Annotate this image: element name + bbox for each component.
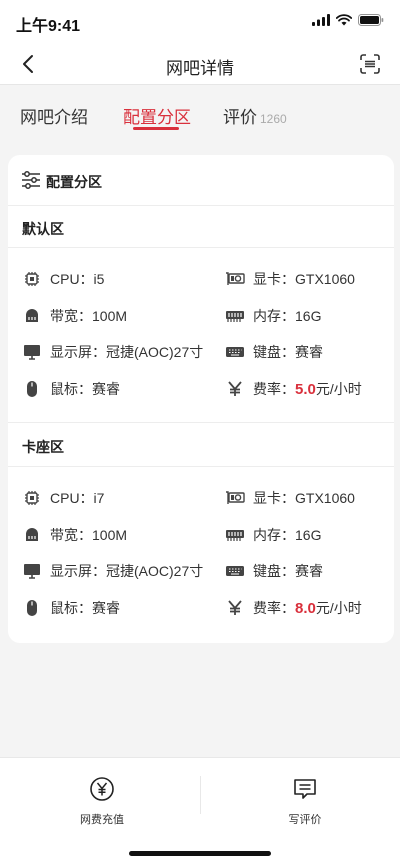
rate-unit: 元/小时: [315, 381, 362, 397]
signal-icon: [312, 14, 330, 26]
bottom-action-bar: 网费充值 写评价: [0, 757, 400, 866]
cpu-icon: [22, 270, 42, 288]
spec-memory: 内存：16G: [225, 306, 321, 326]
review-label: 写评价: [288, 814, 322, 826]
rate-value: 5.0: [295, 380, 316, 398]
spec-bandwidth: 带宽：100M: [22, 525, 127, 545]
keyboard-icon: [225, 562, 245, 580]
yen-icon: [225, 380, 245, 398]
spec-text: 显示屏：冠捷(AOC)27寸: [50, 563, 204, 579]
write-review-button[interactable]: 写评价: [245, 776, 365, 827]
spec-monitor: 显示屏：冠捷(AOC)27寸: [22, 561, 203, 581]
config-card: 配置分区 默认区 CPU：i5 显卡：GTX1060 带宽：100M 内存：16…: [8, 155, 394, 643]
spec-mouse: 鼠标：赛睿: [22, 379, 120, 399]
divider: [8, 422, 394, 423]
bottom-divider: [200, 776, 201, 814]
spec-text: CPU：i5: [50, 271, 105, 287]
spec-text: 带宽：100M: [50, 527, 128, 543]
battery-icon: [358, 14, 384, 26]
memory-icon: [225, 307, 245, 325]
spec-keyboard: 键盘：赛睿: [225, 561, 323, 581]
spec-text: 带宽：100M: [50, 308, 128, 324]
divider: [8, 247, 394, 248]
card-header: 配置分区: [8, 155, 394, 205]
section-title: 配置分区: [46, 174, 102, 190]
yen-circle-icon: [90, 777, 114, 801]
spec-monitor: 显示屏：冠捷(AOC)27寸: [22, 342, 203, 362]
gpu-icon: [225, 489, 245, 507]
spec-mouse: 鼠标：赛睿: [22, 598, 120, 618]
page-title: 网吧详情: [166, 59, 234, 78]
spec-text: 内存：16G: [253, 527, 322, 543]
spec-text: 显卡：GTX1060: [253, 271, 355, 287]
tab-config[interactable]: 配置分区: [123, 103, 191, 128]
review-count: 1260: [260, 112, 287, 126]
rate-prefix: 费率：: [253, 600, 295, 616]
spec-text: 鼠标：赛睿: [50, 600, 120, 616]
spec-memory: 内存：16G: [225, 525, 321, 545]
yen-icon: [225, 599, 245, 617]
status-icons: [312, 14, 384, 26]
recharge-label: 网费充值: [80, 814, 124, 826]
spec-text: 显卡：GTX1060: [253, 490, 355, 506]
memory-icon: [225, 526, 245, 544]
tab-label: 配置分区: [123, 108, 191, 127]
spec-rate: 费率： 5.0 元/小时: [225, 379, 362, 399]
active-tab-indicator: [133, 127, 179, 130]
spec-text: 显示屏：冠捷(AOC)27寸: [50, 344, 204, 360]
gpu-icon: [225, 270, 245, 288]
spec-text: 键盘：赛睿: [253, 563, 323, 579]
comment-icon: [294, 779, 316, 799]
spec-rate: 费率： 8.0 元/小时: [225, 598, 362, 618]
status-time: 上午9:41: [16, 18, 81, 35]
router-icon: [22, 526, 42, 544]
tab-bar: 网吧介绍 配置分区 评价 1260: [0, 85, 400, 141]
spec-cpu: CPU：i5: [22, 269, 104, 289]
mouse-icon: [22, 380, 42, 398]
spec-text: 内存：16G: [253, 308, 322, 324]
spec-gpu: 显卡：GTX1060: [225, 488, 355, 508]
rate-prefix: 费率：: [253, 381, 295, 397]
keyboard-icon: [225, 343, 245, 361]
spec-text: 键盘：赛睿: [253, 344, 323, 360]
spec-keyboard: 键盘：赛睿: [225, 342, 323, 362]
nav-bar: 网吧详情: [0, 44, 400, 84]
rate-value: 8.0: [295, 599, 316, 617]
scan-icon: [360, 54, 380, 74]
sliders-icon: [22, 171, 40, 189]
zone-title: 卡座区: [22, 439, 64, 455]
monitor-icon: [22, 343, 42, 361]
monitor-icon: [22, 562, 42, 580]
scan-button[interactable]: [356, 50, 384, 78]
tab-reviews[interactable]: 评价 1260: [223, 103, 287, 128]
router-icon: [22, 307, 42, 325]
divider: [8, 205, 394, 206]
spec-cpu: CPU：i7: [22, 488, 104, 508]
tab-label: 评价: [223, 108, 257, 127]
spec-gpu: 显卡：GTX1060: [225, 269, 355, 289]
divider: [8, 466, 394, 467]
tab-label: 网吧介绍: [20, 108, 88, 127]
home-indicator: [129, 851, 271, 856]
wifi-icon: [336, 14, 352, 26]
cpu-icon: [22, 489, 42, 507]
spec-text: 鼠标：赛睿: [50, 381, 120, 397]
recharge-button[interactable]: 网费充值: [42, 776, 162, 827]
mouse-icon: [22, 599, 42, 617]
spec-text: CPU：i7: [50, 490, 105, 506]
rate-unit: 元/小时: [315, 600, 362, 616]
zone-title: 默认区: [22, 221, 64, 237]
spec-bandwidth: 带宽：100M: [22, 306, 127, 326]
tab-intro[interactable]: 网吧介绍: [20, 103, 88, 128]
status-bar: 上午9:41: [0, 0, 400, 44]
